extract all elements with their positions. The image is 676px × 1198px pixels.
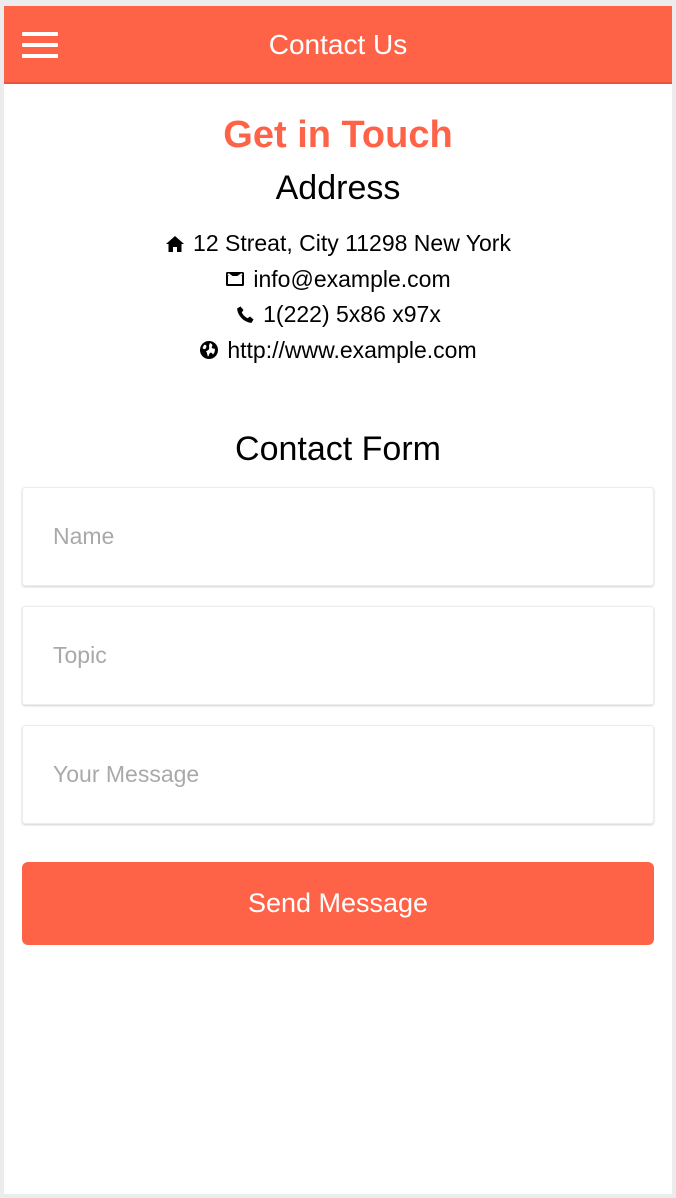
globe-icon [200, 341, 219, 360]
contact-info-list: 12 Streat, City 11298 New York info@exam… [4, 226, 672, 368]
send-message-button[interactable]: Send Message [22, 862, 654, 945]
email-text: info@example.com [253, 265, 451, 292]
contact-email: info@example.com [4, 262, 672, 298]
contact-address: 12 Streat, City 11298 New York [4, 226, 672, 262]
get-in-touch-heading: Get in Touch [223, 114, 453, 156]
contact-form-heading: Contact Form [235, 430, 441, 468]
page-title: Contact Us [268, 29, 408, 60]
contact-phone: 1(222) 5x86 x97x [4, 297, 672, 333]
name-input[interactable] [22, 487, 654, 586]
address-text: 12 Streat, City 11298 New York [193, 230, 511, 257]
address-heading: Address [275, 169, 401, 207]
app-header: Contact Us [4, 6, 672, 84]
website-text: http://www.example.com [227, 336, 477, 363]
phone-text: 1(222) 5x86 x97x [263, 301, 441, 328]
envelope-icon [226, 272, 245, 287]
message-input[interactable] [22, 725, 654, 824]
home-icon [166, 235, 185, 252]
phone-icon [237, 306, 254, 323]
contact-website: http://www.example.com [4, 333, 672, 369]
app-screen: Contact Us Get in Touch Address 12 Strea… [4, 6, 672, 1194]
topic-input[interactable] [22, 606, 654, 705]
